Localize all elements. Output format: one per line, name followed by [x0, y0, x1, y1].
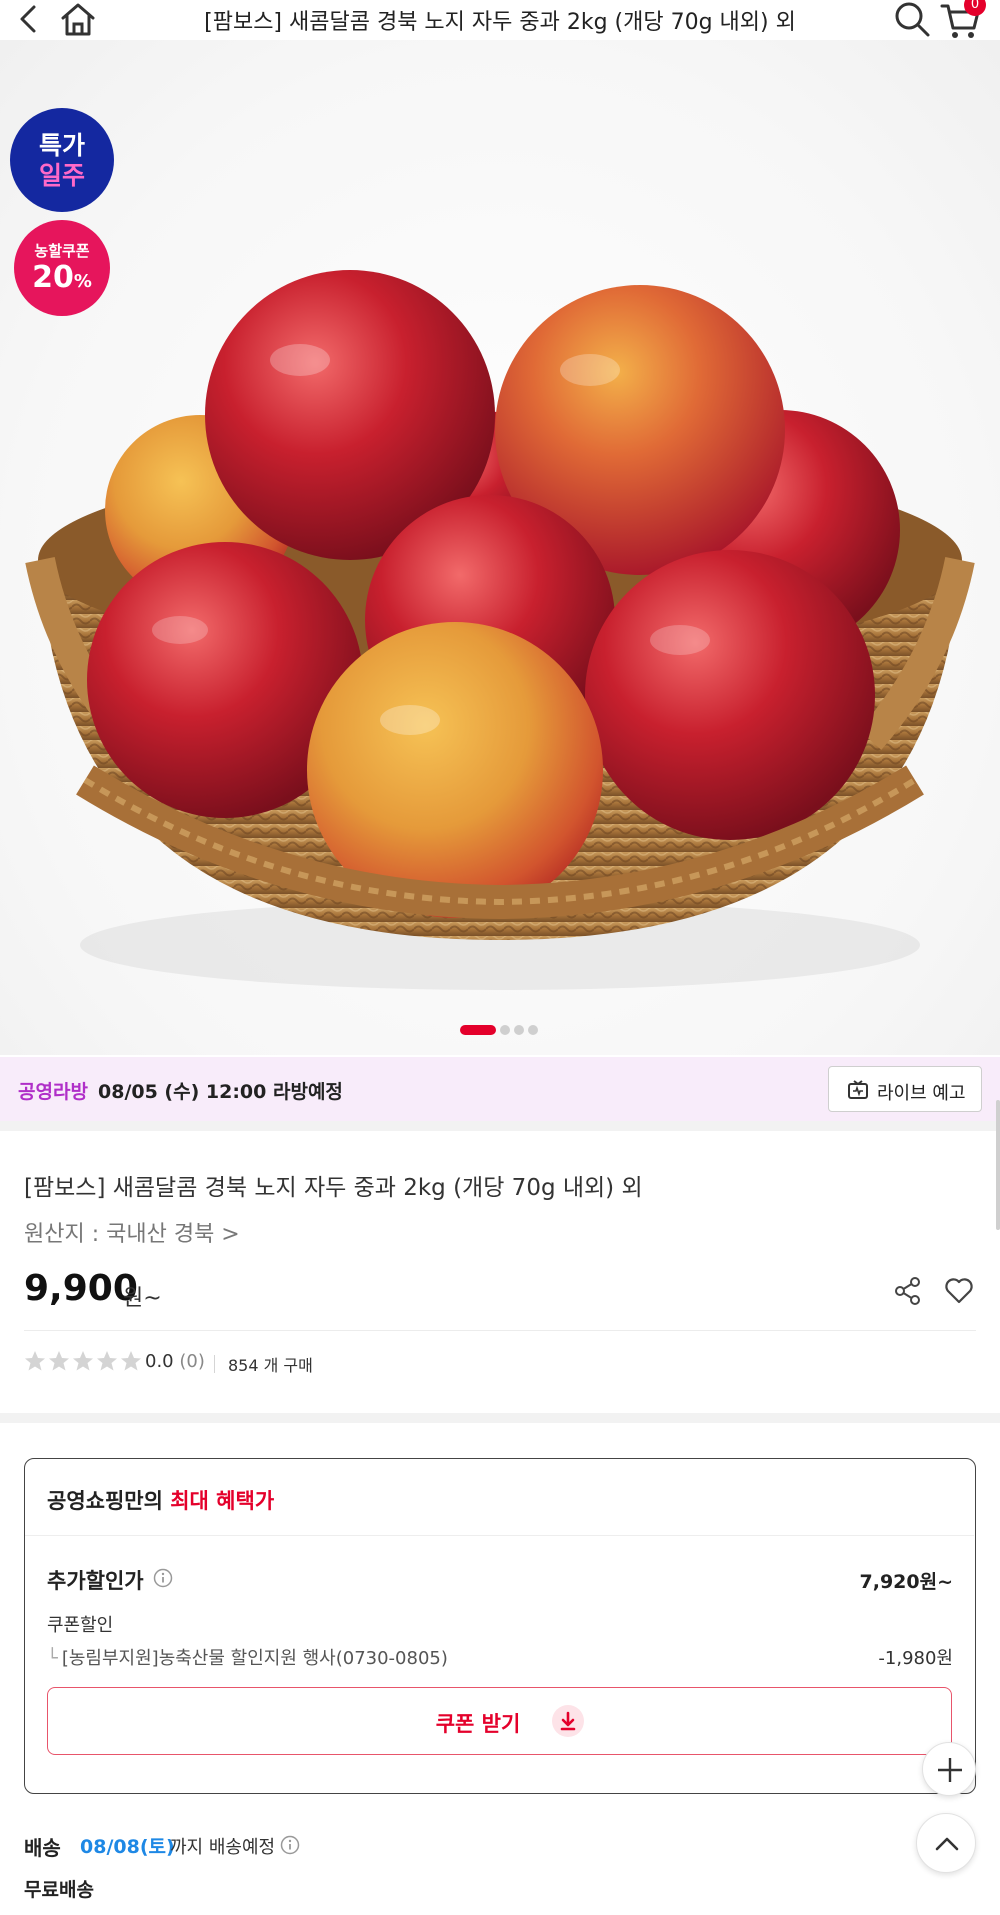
live-schedule: 08/05 (수) 12:00 라방예정: [98, 1081, 343, 1103]
floating-plus-button[interactable]: [922, 1742, 976, 1796]
live-preview-button[interactable]: 라이브 예고: [828, 1066, 982, 1112]
star-icon: [120, 1350, 142, 1372]
back-arrow-icon[interactable]: [14, 2, 44, 36]
live-broadcast-bar: 공영라방 08/05 (수) 12:00 라방예정 라이브 예고: [0, 1057, 1000, 1121]
coupon-discount-label: 쿠폰할인: [47, 1615, 114, 1636]
rating-summary[interactable]: 0.0 (0): [145, 1351, 205, 1372]
delivery-text: 까지 배송예정: [170, 1837, 276, 1858]
chevron-up-icon: [935, 1837, 959, 1851]
search-icon[interactable]: [893, 0, 931, 38]
coupon-discount-amount: -1,980원: [878, 1648, 953, 1669]
product-origin-link[interactable]: 원산지 : 국내산 경북 >: [24, 1216, 240, 1248]
rating-stars: [24, 1350, 144, 1374]
page-title: [팜보스] 새콤달콤 경북 노지 자두 중과 2kg (개당 70g 내외) 외: [204, 10, 796, 35]
section-divider: [0, 1413, 1000, 1423]
section-divider: [0, 1121, 1000, 1131]
extra-discount-label: 추가할인가: [47, 1569, 144, 1593]
live-preview-label: 라이브 예고: [877, 1083, 966, 1104]
home-icon[interactable]: [58, 0, 98, 38]
plum-basket-image: [25, 270, 975, 990]
benefit-card: 공영쇼핑만의 최대 혜택가 추가할인가 7,920원~ 쿠폰할인 └ [농림부지원…: [24, 1458, 976, 1794]
info-icon[interactable]: [280, 1835, 300, 1855]
download-icon: [552, 1705, 584, 1737]
star-icon: [48, 1350, 70, 1372]
product-price: 9,900: [24, 1268, 138, 1309]
plus-icon: [938, 1758, 962, 1782]
scroll-to-top-button[interactable]: [916, 1813, 976, 1873]
get-coupon-label: 쿠폰 받기: [435, 1712, 521, 1736]
get-coupon-button[interactable]: 쿠폰 받기: [47, 1687, 952, 1755]
carousel-dot[interactable]: [528, 1025, 538, 1035]
scrollbar[interactable]: [996, 1100, 1000, 1230]
product-image-carousel[interactable]: 특가 일주 농할쿠폰 20%: [0, 40, 1000, 1055]
star-icon: [24, 1350, 46, 1372]
carousel-dot[interactable]: [500, 1025, 510, 1035]
top-header: [팜보스] 새콤달콤 경북 노지 자두 중과 2kg (개당 70g 내외) 외…: [0, 0, 1000, 40]
price-unit: 원~: [123, 1286, 162, 1311]
info-icon[interactable]: [153, 1568, 173, 1588]
purchase-count: 854 개 구매: [228, 1356, 313, 1375]
star-icon: [72, 1350, 94, 1372]
delivery-fee: 무료배송: [24, 1879, 94, 1901]
live-tag: 공영라방: [18, 1081, 88, 1103]
extra-discount-price: 7,920원~: [859, 1571, 954, 1593]
benefit-heading: 공영쇼핑만의 최대 혜택가: [47, 1489, 275, 1513]
divider: [25, 1535, 974, 1536]
divider: [24, 1330, 976, 1331]
product-name: [팜보스] 새콤달콤 경북 노지 자두 중과 2kg (개당 70g 내외) 외: [24, 1175, 643, 1201]
carousel-indicator: [460, 1025, 542, 1035]
live-tv-icon: [848, 1080, 868, 1099]
carousel-dot[interactable]: [514, 1025, 524, 1035]
share-icon[interactable]: [894, 1276, 922, 1306]
weekly-special-badge: 특가 일주: [10, 108, 114, 212]
carousel-dot-active[interactable]: [460, 1025, 496, 1035]
delivery-date: 08/08(토): [80, 1836, 175, 1858]
star-icon: [96, 1350, 118, 1372]
delivery-label: 배송: [24, 1836, 61, 1860]
coupon-item: └ [농림부지원]농축산물 할인지원 행사(0730-0805): [47, 1648, 448, 1669]
wishlist-heart-icon[interactable]: [944, 1276, 974, 1306]
vertical-separator: [214, 1355, 215, 1373]
coupon-discount-badge: 농할쿠폰 20%: [14, 220, 110, 316]
cart-count-badge: 0: [964, 0, 986, 16]
